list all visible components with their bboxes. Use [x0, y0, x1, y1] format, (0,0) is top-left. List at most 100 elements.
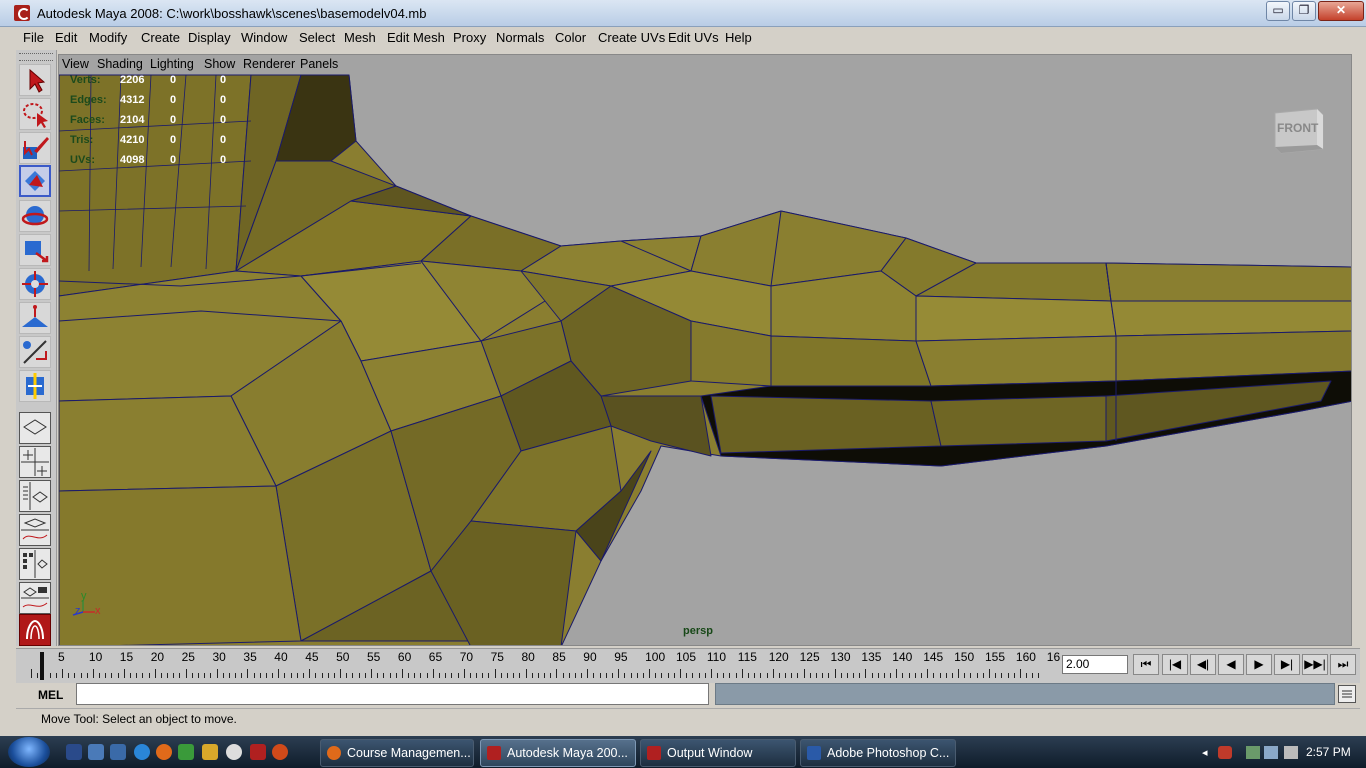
menu-edit[interactable]: Edit [55, 30, 77, 45]
timeline-tick [167, 673, 169, 678]
menu-create-uvs[interactable]: Create UVs [598, 30, 665, 45]
current-frame-field[interactable]: 2.00 [1062, 655, 1128, 674]
rotate-tool-icon[interactable] [19, 200, 51, 232]
tray-app-icon[interactable] [1218, 746, 1232, 759]
step-back-key-button[interactable]: |◀ [1162, 654, 1188, 675]
panel-menu-view[interactable]: View [62, 57, 89, 71]
switch-windows-icon[interactable] [88, 744, 104, 760]
timeline-tick [896, 669, 898, 678]
menu-window[interactable]: Window [241, 30, 287, 45]
close-button[interactable]: ✕ [1318, 1, 1364, 21]
timeline-tick [358, 673, 360, 678]
step-forward-key-button[interactable]: ▶▶| [1302, 654, 1328, 675]
cinema-icon[interactable] [272, 744, 288, 760]
media-player-icon[interactable] [226, 744, 242, 760]
menu-edit-uvs[interactable]: Edit UVs [668, 30, 719, 45]
current-frame-marker[interactable] [40, 652, 44, 680]
play-forwards-button[interactable]: ▶ [1246, 654, 1272, 675]
soft-modification-icon[interactable] [19, 302, 51, 334]
toolbox-grip[interactable] [19, 53, 53, 61]
maya-app-icon[interactable] [14, 5, 30, 21]
internet-explorer-icon[interactable] [134, 744, 150, 760]
maya-quicklaunch-icon[interactable] [250, 744, 266, 760]
panel-menu-renderer[interactable]: Renderer [243, 57, 295, 71]
timeline-tick [438, 673, 440, 678]
universal-manipulator-icon[interactable] [19, 268, 51, 300]
timeline-tick [859, 673, 861, 678]
scale-tool-icon[interactable] [19, 234, 51, 266]
tray-expand-icon[interactable]: ◂ [1202, 746, 1216, 759]
outliner-perspective-layout-icon[interactable] [19, 480, 51, 512]
task-autodesk-maya[interactable]: Autodesk Maya 200... [480, 739, 636, 767]
taskbar-clock[interactable]: 2:57 PM [1306, 745, 1351, 759]
timeline-tick [1013, 673, 1015, 678]
outliner-graph-layout-icon[interactable] [19, 582, 51, 614]
step-back-frame-button[interactable]: ◀| [1190, 654, 1216, 675]
go-to-start-button[interactable]: ⏮ [1133, 654, 1159, 675]
tray-volume-icon[interactable] [1284, 746, 1298, 759]
firefox-icon[interactable] [156, 744, 172, 760]
show-desktop-icon[interactable] [66, 744, 82, 760]
timeline-tick [785, 673, 787, 678]
task-course-management[interactable]: Course Managemen... [320, 739, 474, 767]
mel-command-input[interactable] [76, 683, 709, 705]
step-forward-frame-button[interactable]: ▶| [1274, 654, 1300, 675]
mel-label[interactable]: MEL [38, 688, 63, 702]
timeline-tick [735, 673, 737, 678]
maximize-button[interactable]: ❐ [1292, 1, 1316, 21]
hypershade-layout-icon[interactable] [19, 548, 51, 580]
file-explorer-icon[interactable] [110, 744, 126, 760]
panel-menu-show[interactable]: Show [204, 57, 235, 71]
panel-menu-lighting[interactable]: Lighting [150, 57, 194, 71]
timeline-tick [352, 673, 354, 678]
menu-help[interactable]: Help [725, 30, 752, 45]
tray-network-icon[interactable] [1246, 746, 1260, 759]
menu-mesh[interactable]: Mesh [344, 30, 376, 45]
time-ruler[interactable]: 5 10 15 20 25 30 35 40 45 50 55 60 65 70 75 80 85 90 95 100… [28, 650, 1060, 680]
timeline-tick [488, 673, 490, 678]
hud-row-faces: Faces: 2104 0 0 [70, 114, 227, 126]
picasa-icon[interactable] [178, 744, 194, 760]
task-label: Autodesk Maya 200... [507, 746, 628, 760]
play-backwards-button[interactable]: ◀ [1218, 654, 1244, 675]
menu-modify[interactable]: Modify [89, 30, 127, 45]
tray-display-icon[interactable] [1264, 746, 1278, 759]
timeline-tick-label: 130 [830, 650, 851, 664]
lasso-tool-icon[interactable] [19, 98, 51, 130]
timeline-tick [1032, 673, 1034, 678]
script-editor-button[interactable] [1338, 685, 1356, 703]
timeline-tick [136, 673, 138, 678]
tools-icon[interactable] [202, 744, 218, 760]
task-output-window[interactable]: Output Window [640, 739, 796, 767]
start-button-icon[interactable] [8, 737, 50, 767]
panel-menu-shading[interactable]: Shading [97, 57, 143, 71]
perspective-viewport[interactable]: FRONT y z x [58, 54, 1352, 646]
paint-select-tool-icon[interactable] [19, 132, 51, 164]
menu-create[interactable]: Create [141, 30, 180, 45]
timeline-tick [457, 673, 459, 678]
menu-color[interactable]: Color [555, 30, 586, 45]
move-tool-icon[interactable] [19, 165, 51, 197]
minimize-button[interactable]: ▭ [1266, 1, 1290, 21]
panel-menu-panels[interactable]: Panels [300, 57, 338, 71]
graph-editor-layout-icon[interactable] [19, 514, 51, 546]
panel-menubar: View Shading Lighting Show Renderer Pane… [58, 54, 338, 74]
single-perspective-layout-icon[interactable] [19, 412, 51, 444]
show-manipulator-icon[interactable] [19, 336, 51, 368]
last-tool-icon[interactable] [19, 370, 51, 402]
menu-proxy[interactable]: Proxy [453, 30, 486, 45]
menu-display[interactable]: Display [188, 30, 231, 45]
timeline-tick [148, 673, 150, 678]
timeline-tick [1038, 673, 1040, 678]
task-adobe-photoshop[interactable]: Adobe Photoshop C... [800, 739, 956, 767]
timeline-tick [49, 673, 51, 678]
menu-select[interactable]: Select [299, 30, 335, 45]
menu-normals[interactable]: Normals [496, 30, 544, 45]
four-view-layout-icon[interactable] [19, 446, 51, 478]
select-tool-icon[interactable] [19, 64, 51, 96]
viewcube[interactable]: FRONT [1271, 105, 1325, 154]
go-to-end-button[interactable]: ⏭ [1330, 654, 1356, 675]
menu-edit-mesh[interactable]: Edit Mesh [387, 30, 445, 45]
menu-file[interactable]: File [23, 30, 44, 45]
maya-logo-icon[interactable] [19, 614, 51, 646]
